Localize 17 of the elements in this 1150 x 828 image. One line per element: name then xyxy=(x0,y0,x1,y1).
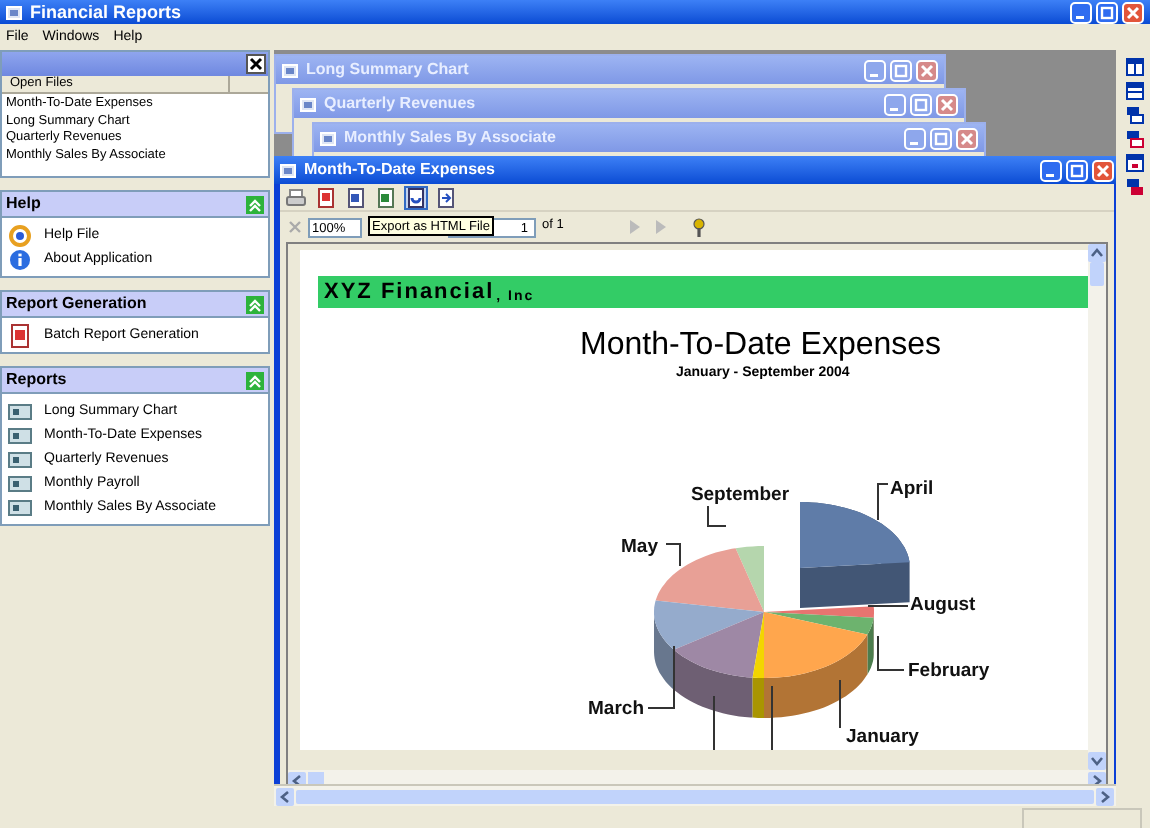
panel-title: Report Generation xyxy=(6,296,147,312)
window-title: Quarterly Revenues xyxy=(324,96,476,112)
slice-label: January xyxy=(846,726,919,748)
slice-label: March xyxy=(588,698,644,720)
slice-label: September xyxy=(690,484,790,506)
window-title: Long Summary Chart xyxy=(306,62,469,78)
slice-label: February xyxy=(908,660,990,682)
slice-label: August xyxy=(910,594,976,616)
panel-title: Help xyxy=(6,196,41,212)
slice-label: May xyxy=(621,536,658,558)
report-title: Month-To-Date Expenses xyxy=(580,330,942,362)
company-name: XYZ Financial xyxy=(324,282,495,304)
window-title: Month-To-Date Expenses xyxy=(304,162,495,178)
window-title: Monthly Sales By Associate xyxy=(344,130,556,146)
window-title: Financial Reports xyxy=(30,3,182,21)
slice-label: April xyxy=(890,478,934,500)
panel-title: Reports xyxy=(6,372,67,388)
